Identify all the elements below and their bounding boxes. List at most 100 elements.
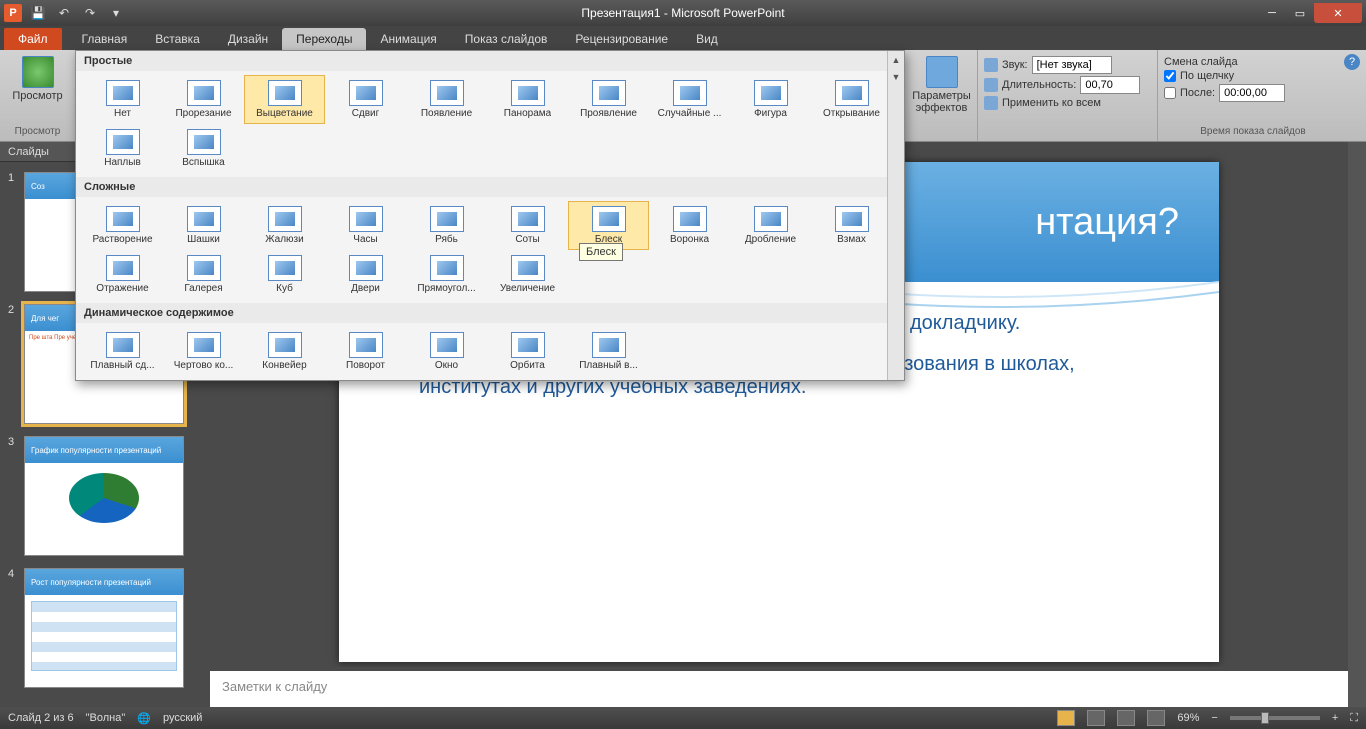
transition-thumb-icon bbox=[106, 332, 140, 358]
gallery-item-label: Случайные ... bbox=[658, 108, 722, 119]
gallery-item[interactable]: Выцветание bbox=[244, 75, 325, 124]
on-click-checkbox[interactable] bbox=[1164, 70, 1176, 82]
gallery-item[interactable]: Проявление bbox=[568, 75, 649, 124]
gallery-item[interactable]: Нет bbox=[82, 75, 163, 124]
gallery-item[interactable]: Часы bbox=[325, 201, 406, 250]
gallery-item[interactable]: Панорама bbox=[487, 75, 568, 124]
gallery-item-label: Плавный в... bbox=[579, 360, 638, 371]
window-title: Презентация1 - Microsoft PowerPoint bbox=[0, 6, 1366, 20]
after-input[interactable] bbox=[1219, 84, 1285, 102]
ribbon-tabs: Файл Главная Вставка Дизайн Переходы Ани… bbox=[0, 26, 1366, 50]
gallery-item[interactable]: Окно bbox=[406, 327, 487, 376]
gallery-item[interactable]: Наплыв bbox=[82, 124, 163, 173]
zoom-in-button[interactable]: + bbox=[1332, 712, 1338, 724]
gallery-item[interactable]: Сдвиг bbox=[325, 75, 406, 124]
gallery-item[interactable]: Конвейер bbox=[244, 327, 325, 376]
slide-thumb-row[interactable]: 3График популярности презентаций bbox=[0, 430, 210, 562]
gallery-item[interactable]: Прямоугол... bbox=[406, 250, 487, 299]
fit-to-window-button[interactable]: ⛶ bbox=[1350, 712, 1358, 725]
gallery-scrollbar[interactable]: ▲ ▼ bbox=[887, 51, 904, 380]
scroll-down-icon[interactable]: ▼ bbox=[888, 68, 904, 85]
tab-design[interactable]: Дизайн bbox=[214, 28, 282, 50]
gallery-item[interactable]: Поворот bbox=[325, 327, 406, 376]
gallery-item-label: Панорама bbox=[504, 108, 551, 119]
gallery-item-label: Поворот bbox=[346, 360, 385, 371]
qat-save-icon[interactable]: 💾 bbox=[28, 3, 48, 23]
after-checkbox[interactable] bbox=[1164, 87, 1176, 99]
ribbon-group-advance: Смена слайда По щелчку После: Время пока… bbox=[1158, 50, 1348, 141]
gallery-item[interactable]: Орбита bbox=[487, 327, 568, 376]
slide-number: 1 bbox=[8, 172, 18, 292]
view-reading-button[interactable] bbox=[1117, 710, 1135, 726]
ribbon-group-preview: Просмотр Просмотр bbox=[0, 50, 76, 141]
gallery-item[interactable]: Чертово ко... bbox=[163, 327, 244, 376]
gallery-item[interactable]: Случайные ... bbox=[649, 75, 730, 124]
tab-file[interactable]: Файл bbox=[4, 28, 62, 50]
transition-thumb-icon bbox=[268, 255, 302, 281]
view-normal-button[interactable] bbox=[1057, 710, 1075, 726]
gallery-item[interactable]: Открывание bbox=[811, 75, 892, 124]
gallery-item[interactable]: Растворение bbox=[82, 201, 163, 250]
gallery-item[interactable]: Шашки bbox=[163, 201, 244, 250]
maximize-button[interactable]: ▭ bbox=[1286, 3, 1314, 23]
notes-pane[interactable]: Заметки к слайду bbox=[210, 667, 1348, 707]
view-slideshow-button[interactable] bbox=[1147, 710, 1165, 726]
status-slide-info: Слайд 2 из 6 bbox=[8, 712, 74, 724]
gallery-item[interactable]: Куб bbox=[244, 250, 325, 299]
slide-thumbnail[interactable]: График популярности презентаций bbox=[24, 436, 184, 556]
gallery-grid: РастворениеШашкиЖалюзиЧасыРябьСотыБлескВ… bbox=[76, 197, 904, 303]
preview-button[interactable]: Просмотр bbox=[6, 52, 69, 106]
gallery-item[interactable]: Двери bbox=[325, 250, 406, 299]
gallery-item[interactable]: Отражение bbox=[82, 250, 163, 299]
tab-home[interactable]: Главная bbox=[68, 28, 142, 50]
minimize-button[interactable]: ─ bbox=[1258, 3, 1286, 23]
gallery-item[interactable]: Галерея bbox=[163, 250, 244, 299]
tab-insert[interactable]: Вставка bbox=[141, 28, 214, 50]
transition-thumb-icon bbox=[673, 206, 707, 232]
gallery-section-header: Сложные bbox=[76, 177, 904, 197]
gallery-item[interactable]: Вспышка bbox=[163, 124, 244, 173]
gallery-item[interactable]: Увеличение bbox=[487, 250, 568, 299]
gallery-item-label: Вспышка bbox=[182, 157, 224, 168]
help-icon[interactable]: ? bbox=[1344, 54, 1360, 70]
sound-select[interactable] bbox=[1032, 56, 1112, 74]
zoom-slider[interactable] bbox=[1230, 716, 1320, 720]
transition-thumb-icon bbox=[349, 255, 383, 281]
gallery-item[interactable]: Воронка bbox=[649, 201, 730, 250]
apply-all-button[interactable]: Применить ко всем bbox=[1002, 97, 1101, 109]
gallery-item[interactable]: Жалюзи bbox=[244, 201, 325, 250]
gallery-item[interactable]: Дробление bbox=[730, 201, 811, 250]
gallery-item[interactable]: Прорезание bbox=[163, 75, 244, 124]
gallery-item-label: Воронка bbox=[670, 234, 709, 245]
transition-thumb-icon bbox=[430, 80, 464, 106]
qat-redo-icon[interactable]: ↷ bbox=[80, 3, 100, 23]
transition-thumb-icon bbox=[754, 206, 788, 232]
scroll-up-icon[interactable]: ▲ bbox=[888, 51, 904, 68]
gallery-item-label: Конвейер bbox=[262, 360, 306, 371]
slide-thumb-row[interactable]: 4Рост популярности презентаций bbox=[0, 562, 210, 694]
transition-thumb-icon bbox=[106, 255, 140, 281]
gallery-item[interactable]: Рябь bbox=[406, 201, 487, 250]
zoom-out-button[interactable]: − bbox=[1211, 712, 1217, 724]
gallery-item[interactable]: Плавный сд... bbox=[82, 327, 163, 376]
transition-thumb-icon bbox=[187, 129, 221, 155]
gallery-item[interactable]: Появление bbox=[406, 75, 487, 124]
zoom-thumb[interactable] bbox=[1261, 712, 1269, 724]
tab-animations[interactable]: Анимация bbox=[366, 28, 450, 50]
gallery-item[interactable]: Соты bbox=[487, 201, 568, 250]
tab-slideshow[interactable]: Показ слайдов bbox=[451, 28, 562, 50]
view-sorter-button[interactable] bbox=[1087, 710, 1105, 726]
tab-view[interactable]: Вид bbox=[682, 28, 732, 50]
close-button[interactable]: ✕ bbox=[1314, 3, 1362, 23]
duration-input[interactable] bbox=[1080, 76, 1140, 94]
tab-review[interactable]: Рецензирование bbox=[561, 28, 682, 50]
editor-scrollbar[interactable] bbox=[1348, 142, 1366, 707]
gallery-item[interactable]: Плавный в... bbox=[568, 327, 649, 376]
tab-transitions[interactable]: Переходы bbox=[282, 28, 366, 50]
qat-customize-icon[interactable]: ▾ bbox=[106, 3, 126, 23]
gallery-item[interactable]: Взмах bbox=[811, 201, 892, 250]
slide-thumbnail[interactable]: Рост популярности презентаций bbox=[24, 568, 184, 688]
gallery-item[interactable]: Фигура bbox=[730, 75, 811, 124]
qat-undo-icon[interactable]: ↶ bbox=[54, 3, 74, 23]
effect-options-button[interactable]: Параметры эффектов bbox=[912, 52, 971, 118]
